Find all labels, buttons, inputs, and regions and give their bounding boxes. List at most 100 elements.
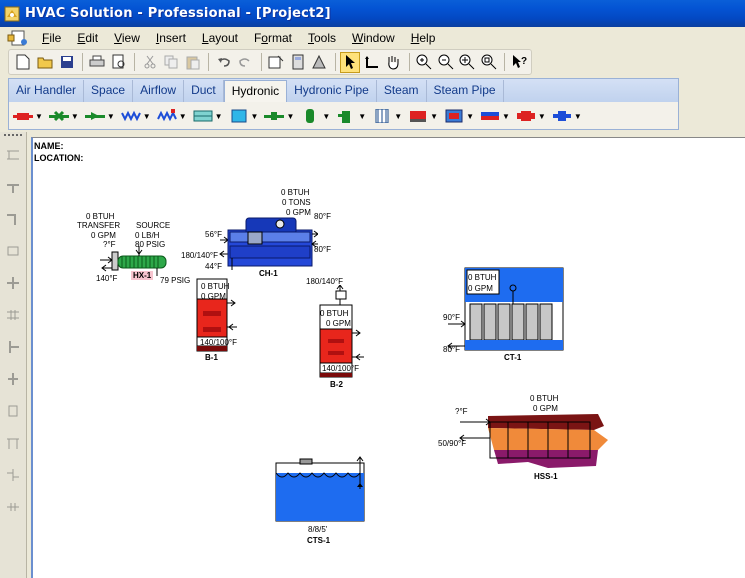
cut-button[interactable] [139, 52, 160, 73]
palette-header-icon[interactable] [5, 435, 21, 451]
ch1-chiller[interactable] [218, 214, 318, 270]
ct1-cooling-tower[interactable] [440, 266, 565, 354]
chiller-dropdown[interactable]: ▼ [444, 106, 478, 126]
app-icon[interactable] [4, 6, 20, 22]
copy-icon [164, 55, 178, 69]
menu-bar: File Edit View Insert Layout Format Tools Windo… [0, 27, 745, 49]
zoom-out-icon [438, 54, 454, 70]
radiator-dropdown[interactable]: ▼ [156, 106, 191, 126]
svg-text:?: ? [521, 56, 527, 67]
window-title: HVAC Solution - Professional - [Project2… [25, 6, 331, 21]
document-icon[interactable] [6, 29, 30, 47]
cts1-tank[interactable] [272, 455, 372, 523]
menu-window[interactable]: Window [344, 31, 403, 45]
properties-icon [268, 55, 284, 69]
tab-space[interactable]: Space [84, 80, 134, 102]
hx1-heat-exchanger[interactable] [98, 246, 178, 276]
hx1-lbh: 0 LB/H [135, 231, 160, 240]
zoom-fit-button[interactable] [457, 52, 478, 73]
printer-icon [89, 55, 105, 67]
save-button[interactable] [56, 52, 77, 73]
zoom-page-button[interactable] [479, 52, 500, 73]
redo-button[interactable] [235, 52, 256, 73]
valve-icon [48, 110, 69, 122]
palette-reducer-icon[interactable] [5, 275, 21, 291]
palette-union-icon[interactable] [5, 307, 21, 323]
menu-insert[interactable]: Insert [148, 31, 194, 45]
tab-duct[interactable]: Duct [184, 80, 224, 102]
tank-dropdown[interactable]: ▼ [229, 106, 263, 126]
b1-gpm: 0 GPM [201, 292, 226, 301]
b1-temps: 140/100°F [200, 338, 238, 347]
heater-dropdown[interactable]: ▼ [516, 106, 550, 126]
b2-tag: B-2 [330, 380, 343, 389]
tab-air-handler[interactable]: Air Handler [9, 80, 85, 102]
save-icon [60, 56, 73, 68]
connector-button[interactable] [361, 52, 382, 73]
zoom-out-button[interactable] [435, 52, 456, 73]
tab-airflow[interactable]: Airflow [133, 80, 185, 102]
menu-file[interactable]: File [34, 31, 69, 45]
cooler-dropdown[interactable]: ▼ [552, 106, 586, 126]
copy-button[interactable] [161, 52, 182, 73]
palette-valve-icon[interactable] [5, 243, 21, 259]
open-folder-icon [37, 57, 53, 69]
check-valve-dropdown[interactable]: ▼ [84, 106, 119, 126]
undo-button[interactable] [213, 52, 234, 73]
radiator-icon [156, 109, 177, 122]
palette-riser-icon[interactable] [5, 339, 21, 355]
ch1-temp-180: 180/140°F [181, 251, 219, 260]
ct1-tag: CT-1 [504, 353, 522, 362]
calculator-button[interactable] [287, 52, 308, 73]
cts1-tag: CTS-1 [307, 536, 331, 545]
pan-button[interactable] [383, 52, 404, 73]
menu-layout[interactable]: Layout [194, 31, 246, 45]
menu-help[interactable]: Help [403, 31, 444, 45]
hss1-storage[interactable] [458, 410, 618, 472]
coil-dropdown[interactable]: ▼ [120, 106, 155, 126]
context-help-button[interactable]: ? [509, 52, 530, 73]
pump-dropdown[interactable]: ▼ [13, 106, 47, 126]
component-button[interactable] [309, 52, 330, 73]
hydronic-component-row: ▼ ▼ ▼ ▼ ▼ ▼ ▼ ▼ ▼ ▼ ▼ ▼ ▼ ▼ ▼ ▼ [13, 105, 588, 127]
zoom-in-button[interactable] [414, 52, 435, 73]
palette-branch-icon[interactable] [5, 467, 21, 483]
print-button[interactable] [87, 52, 108, 73]
palette-elbow-icon[interactable] [5, 211, 21, 227]
valve-dropdown[interactable]: ▼ [48, 106, 83, 126]
tab-hydronic-pipe[interactable]: Hydronic Pipe [287, 80, 377, 102]
chiller-icon [445, 109, 463, 123]
expansion-tank-dropdown[interactable]: ▼ [300, 106, 334, 126]
tab-hydronic[interactable]: Hydronic [223, 80, 288, 102]
open-button[interactable] [35, 52, 56, 73]
cooler-icon [552, 111, 571, 121]
cooling-tower-dropdown[interactable]: ▼ [372, 106, 406, 126]
new-file-button[interactable] [13, 52, 34, 73]
palette-pipe-icon[interactable] [5, 147, 21, 163]
strainer-dropdown[interactable]: ▼ [264, 106, 298, 126]
properties-button[interactable] [266, 52, 287, 73]
menu-format[interactable]: Format [246, 31, 300, 45]
ct1-gpm: 0 GPM [468, 284, 493, 293]
heat-pump-dropdown[interactable]: ▼ [480, 106, 514, 126]
boiler-dropdown[interactable]: ▼ [408, 106, 442, 126]
menu-view[interactable]: View [106, 31, 148, 45]
tab-steam-pipe[interactable]: Steam Pipe [427, 80, 504, 102]
heat-pump-icon [480, 112, 499, 120]
menu-edit[interactable]: Edit [69, 31, 106, 45]
menu-tools[interactable]: Tools [300, 31, 344, 45]
paste-button[interactable] [183, 52, 204, 73]
left-tool-palette [0, 132, 27, 578]
palette-cross-icon[interactable] [5, 371, 21, 387]
palette-tee-icon[interactable] [5, 179, 21, 195]
palette-cap-icon[interactable] [5, 403, 21, 419]
heat-exchanger-dropdown[interactable]: ▼ [193, 106, 227, 126]
palette-flange-icon[interactable] [5, 499, 21, 515]
heat-exchanger-icon [193, 110, 213, 122]
tab-steam[interactable]: Steam [377, 80, 427, 102]
drawing-canvas[interactable] [31, 137, 745, 578]
print-preview-button[interactable] [109, 52, 130, 73]
redo-icon [239, 58, 250, 67]
select-pointer-button[interactable] [339, 51, 361, 73]
separator-dropdown[interactable]: ▼ [336, 106, 370, 126]
